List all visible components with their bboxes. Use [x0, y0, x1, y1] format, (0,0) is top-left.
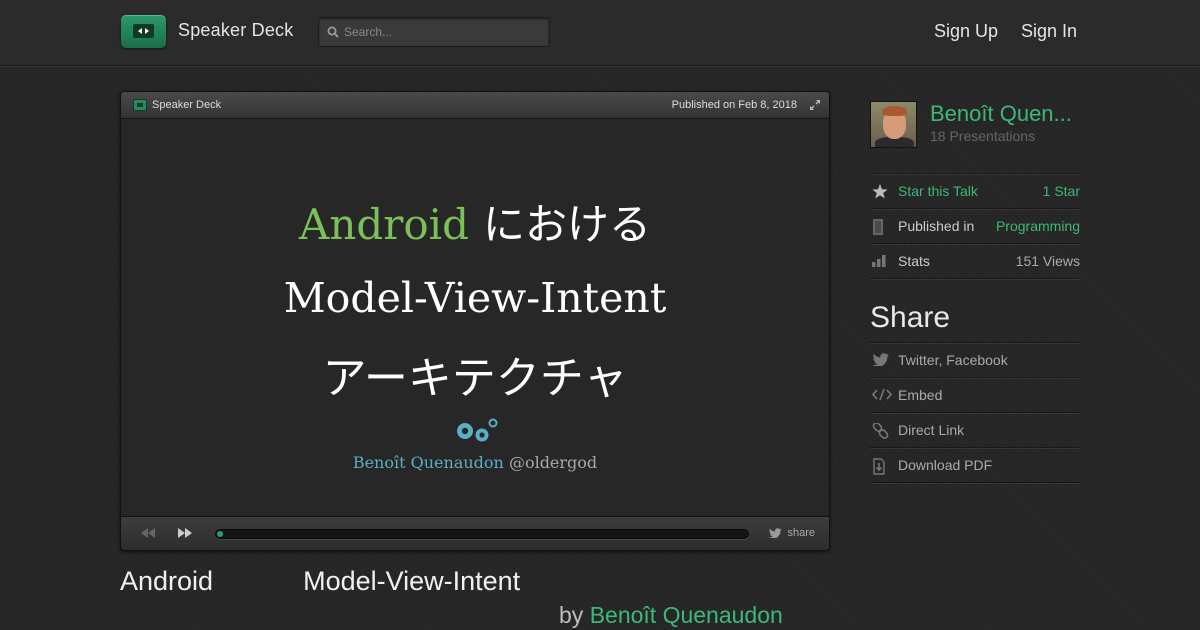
- stats-row: Stats 151 Views: [870, 243, 1080, 278]
- divider: [870, 278, 1080, 279]
- mini-logo-icon: [133, 99, 147, 111]
- player-controls: share: [121, 517, 829, 550]
- talk-byline: by Benoît Quenaudon: [559, 602, 783, 629]
- star-talk-row[interactable]: Star this Talk 1 Star: [870, 173, 1080, 208]
- logo-icon: [133, 24, 154, 38]
- slide-title-android: Android: [299, 200, 469, 249]
- fullscreen-icon[interactable]: [809, 99, 821, 111]
- twitter-bird-icon: [769, 528, 782, 539]
- share-download-label[interactable]: Download PDF: [898, 457, 992, 473]
- brand-name[interactable]: Speaker Deck: [178, 20, 293, 41]
- speaker-deck-logo[interactable]: [121, 15, 166, 48]
- embed-icon: [872, 388, 892, 401]
- player-brand[interactable]: Speaker Deck: [152, 99, 221, 111]
- author-logo-icon: [457, 418, 498, 442]
- star-talk-label[interactable]: Star this Talk: [898, 183, 978, 199]
- slide-title-line2: Model-View-Intent: [283, 274, 667, 322]
- share-direct-link[interactable]: Direct Link: [870, 412, 1080, 447]
- player-share-button[interactable]: share: [769, 527, 815, 539]
- search-icon: [327, 26, 339, 38]
- share-download-pdf[interactable]: Download PDF: [870, 447, 1080, 482]
- bookmark-icon: [873, 219, 883, 235]
- share-embed[interactable]: Embed: [870, 377, 1080, 412]
- stats-icon: [872, 255, 886, 267]
- sidebar-author-name[interactable]: Benoît Quen...: [930, 101, 1072, 127]
- share-twitter-facebook[interactable]: Twitter, Facebook: [870, 342, 1080, 377]
- author-avatar[interactable]: [870, 101, 917, 148]
- slide-title-niokeru: における: [482, 200, 651, 249]
- category-link[interactable]: Programming: [996, 218, 1080, 234]
- progress-track[interactable]: [215, 529, 749, 539]
- published-in-label: Published in: [898, 218, 975, 234]
- slide-author-name: Benoît Quenaudon: [352, 453, 504, 472]
- talk-title: Android Model-View-Intent: [120, 566, 521, 596]
- presentation-count: 18 Presentations: [930, 128, 1036, 144]
- published-in-row: Published in Programming: [870, 208, 1080, 243]
- star-count: 1 Star: [1042, 183, 1080, 199]
- share-heading: Share: [870, 301, 951, 334]
- slide-canvas[interactable]: Android における Model-View-Intent アーキテクチャ Be…: [121, 119, 829, 517]
- player-share-label: share: [787, 527, 815, 539]
- search-box[interactable]: [318, 17, 550, 47]
- star-icon: [872, 184, 888, 199]
- share-direct-link-label[interactable]: Direct Link: [898, 422, 964, 438]
- sign-in-link[interactable]: Sign In: [1021, 21, 1077, 42]
- published-date: Published on Feb 8, 2018: [671, 99, 797, 111]
- sign-up-link[interactable]: Sign Up: [934, 21, 998, 42]
- link-icon: [872, 423, 889, 439]
- slide-author-handle: @oldergod: [508, 453, 598, 472]
- divider: [870, 482, 1080, 483]
- byline-prefix: by: [559, 602, 584, 628]
- download-icon: [873, 458, 885, 475]
- next-slide-icon[interactable]: [178, 528, 192, 538]
- player-top-bar: Speaker Deck Published on Feb 8, 2018: [121, 92, 829, 119]
- top-bar: Speaker Deck Sign Up Sign In: [0, 0, 1200, 66]
- share-twitter-label[interactable]: Twitter, Facebook: [898, 352, 1008, 368]
- views-count: 151 Views: [1015, 253, 1080, 269]
- slide-title-line1: Android における: [121, 191, 829, 252]
- twitter-icon: [872, 353, 889, 366]
- previous-slide-icon[interactable]: [141, 528, 155, 538]
- progress-fill: [217, 531, 223, 537]
- stats-label: Stats: [898, 253, 930, 269]
- slide-player: Speaker Deck Published on Feb 8, 2018 An…: [120, 91, 830, 551]
- share-embed-label[interactable]: Embed: [898, 387, 942, 403]
- search-input[interactable]: [344, 22, 544, 42]
- slide-author-line: Benoît Quenaudon @oldergod: [121, 453, 829, 472]
- byline-author-link[interactable]: Benoît Quenaudon: [590, 602, 783, 628]
- slide-title-line3: アーキテクチャ: [322, 353, 628, 404]
